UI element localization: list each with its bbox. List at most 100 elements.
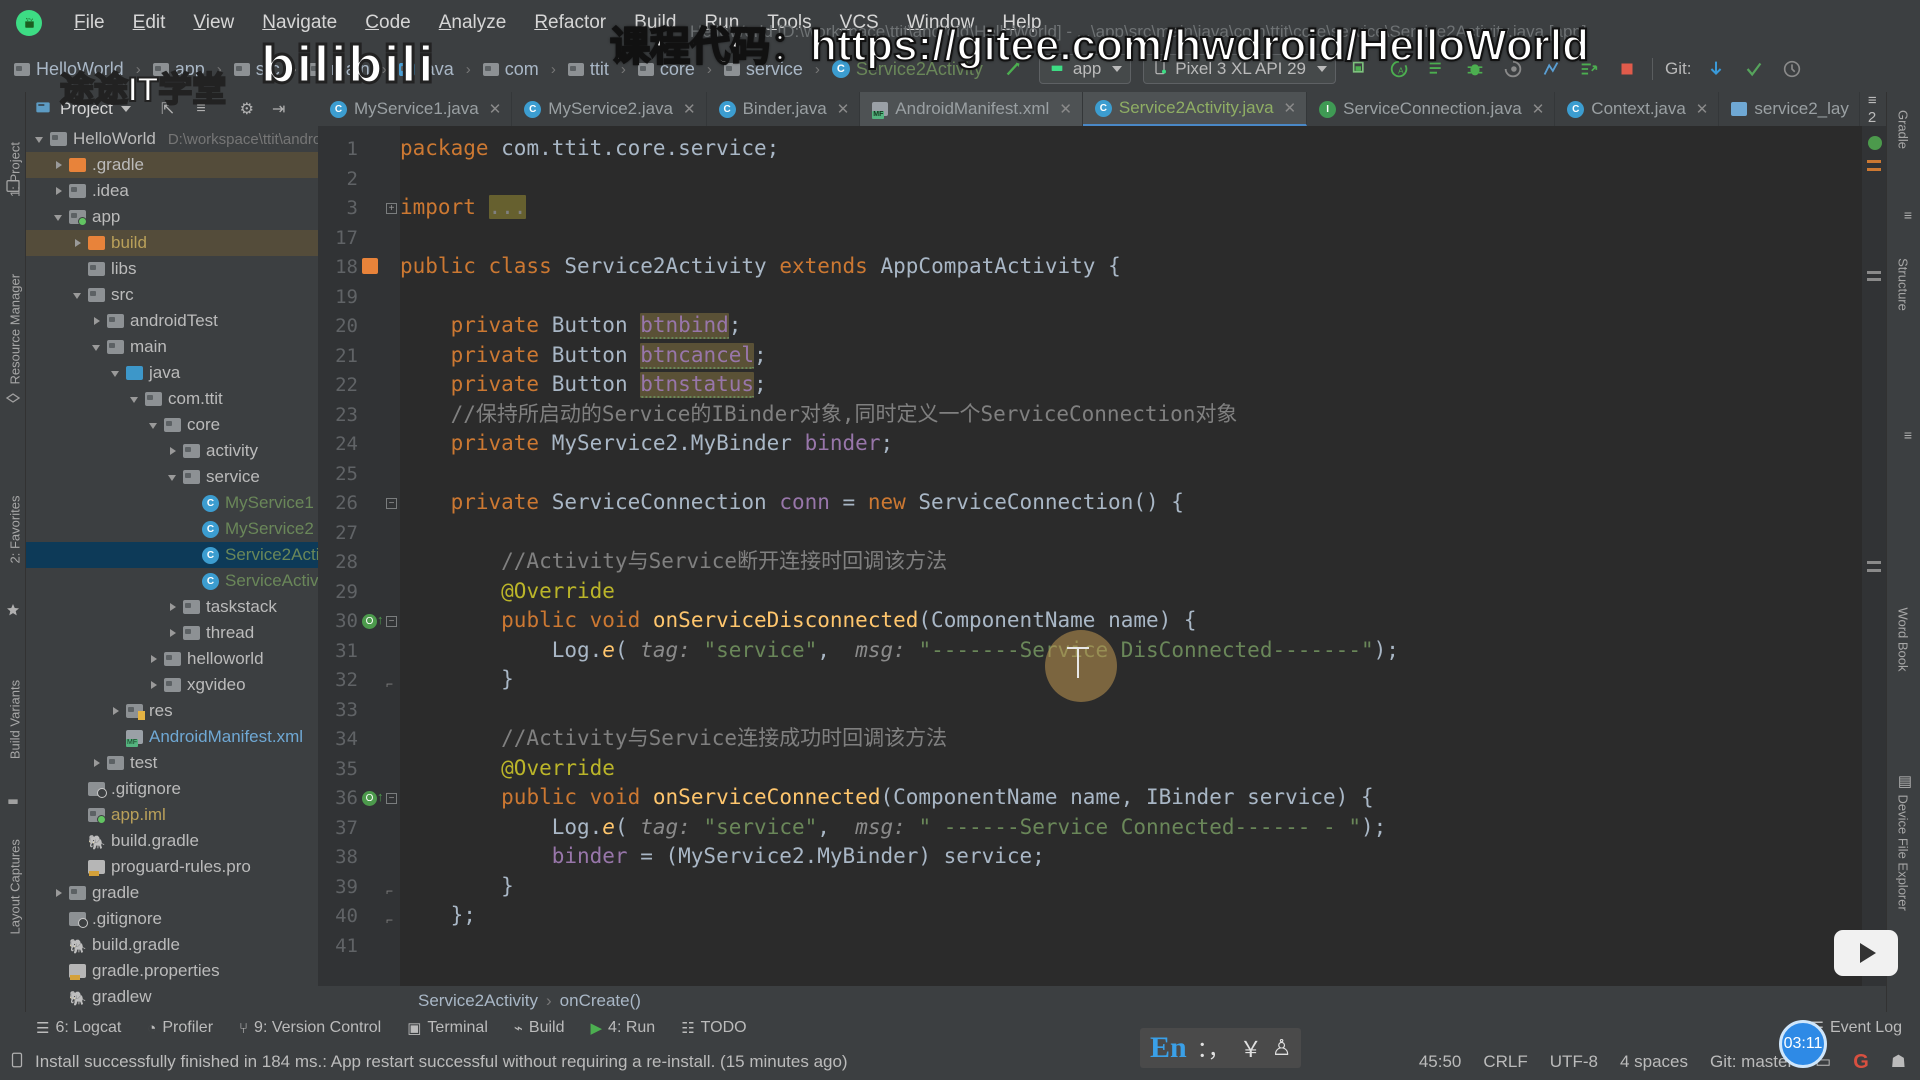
stop-icon[interactable] [1614,56,1640,82]
marker-warning[interactable] [1867,160,1881,163]
tool-window-terminal[interactable]: ▣ Terminal [407,1019,488,1037]
editor-marker-strip[interactable] [1862,126,1886,986]
code-line[interactable]: } [400,872,514,902]
code-line[interactable]: private ServiceConnection conn = new Ser… [400,488,1184,518]
tree-toggle-right-icon[interactable] [53,185,66,198]
menu-item-file[interactable]: File [60,8,119,38]
code-line[interactable]: } [400,665,514,695]
tool-window-9--version-control[interactable]: ⑂ 9: Version Control [239,1019,381,1037]
tree-node[interactable]: activity [26,438,318,464]
sidebar-item-device-file-explorer[interactable]: Device File Explorer [1896,795,1911,911]
code-line[interactable]: //Activity与Service断开连接时回调该方法 [400,547,947,577]
tree-node[interactable]: src [26,282,318,308]
sidebar-item-structure[interactable]: Structure [1896,240,1911,330]
fold-plus-icon[interactable]: + [386,203,397,214]
code-line[interactable]: @Override [400,754,615,784]
tree-toggle-down-icon[interactable] [148,419,161,432]
tree-node[interactable]: com.ttit [26,386,318,412]
editor-tab-serviceconnection-java[interactable]: I ServiceConnection.java ✕ [1307,92,1556,126]
tree-node[interactable]: helloworld [26,646,318,672]
fold-end-icon[interactable]: ⌐ [386,911,393,929]
tree-toggle-right-icon[interactable] [72,237,85,250]
code-editor[interactable]: 1 2 3 +17 18 19 20 21 22 23 24 25 26−27 28 29 30 O ↑ −31 32… [318,126,1886,986]
editor-code-area[interactable]: package com.ttit.core.service; import ...… [400,126,1886,986]
breadcrumb-method[interactable]: onCreate() [560,991,641,1011]
tree-toggle-right-icon[interactable] [148,679,161,692]
tree-toggle-down-icon[interactable] [110,367,123,380]
tree-node[interactable]: gradle.properties [26,958,318,984]
menu-item-view[interactable]: View [179,8,248,38]
menu-item-navigate[interactable]: Navigate [248,8,351,38]
ime-indicator[interactable]: En ：， ￥ ♙ [1140,1028,1302,1068]
close-tab-icon[interactable]: ✕ [1059,100,1072,118]
indent-setting[interactable]: 4 spaces [1620,1052,1688,1072]
menu-item-analyze[interactable]: Analyze [425,8,521,38]
fold-end-icon[interactable]: ⌐ [386,675,393,693]
close-tab-icon[interactable]: ✕ [1284,99,1297,117]
tree-node[interactable]: java [26,360,318,386]
settings-icon[interactable]: ⚙ [240,99,254,119]
git-branch[interactable]: Git: master [1710,1052,1793,1072]
user-icon[interactable]: ☗ [1891,1052,1906,1072]
ime-language[interactable]: En [1150,1031,1187,1065]
editor-tab-androidmanifest-xml[interactable]: AndroidManifest.xml ✕ [860,92,1083,126]
line-separator[interactable]: CRLF [1483,1052,1527,1072]
override-icon[interactable]: O ↑ [362,789,384,806]
tree-node[interactable]: .gitignore [26,906,318,932]
android-icon[interactable] [5,792,21,808]
tree-toggle-right-icon[interactable] [110,705,123,718]
code-line[interactable]: public void onServiceConnected(Component… [400,783,1373,813]
ime-punctuation[interactable]: ：， [1197,1032,1230,1064]
tree-node[interactable]: service [26,464,318,490]
tree-toggle-down-icon[interactable] [34,133,47,146]
fold-end-icon[interactable]: ⌐ [386,882,393,900]
close-tab-icon[interactable]: ✕ [1696,100,1709,118]
tree-node[interactable]: C ServiceActivity [26,568,318,594]
marker-info[interactable] [1867,561,1881,564]
tree-toggle-right-icon[interactable] [53,159,66,172]
editor-tab-bar[interactable]: C MyService1.java ✕ C MyService2.java ✕ C Binde… [318,92,1886,126]
breadcrumb-item-com[interactable]: com [482,59,539,80]
menu-item-refactor[interactable]: Refactor [520,8,620,38]
code-line[interactable]: private Button btnbind; [400,311,741,341]
code-line[interactable]: public class Service2Activity extends Ap… [400,252,1121,282]
tree-node[interactable]: libs [26,256,318,282]
tree-node[interactable]: app [26,204,318,230]
tree-node[interactable]: .gradle [26,152,318,178]
editor-tab-myservice2-java[interactable]: C MyService2.java ✕ [512,92,707,126]
tree-toggle-down-icon[interactable] [91,341,104,354]
sidebar-item-build-variants[interactable]: Build Variants [8,675,23,765]
tree-toggle-down-icon[interactable] [53,211,66,224]
tool-window-build[interactable]: ⌁ Build [514,1019,565,1037]
tree-node[interactable]: test [26,750,318,776]
editor-tab-myservice1-java[interactable]: C MyService1.java ✕ [318,92,513,126]
tree-node[interactable]: core [26,412,318,438]
sidebar-item-favorites[interactable]: 2: Favorites [8,485,23,575]
breadcrumb-item-ttit[interactable]: ttit [567,59,609,80]
tree-toggle-right-icon[interactable] [91,315,104,328]
editor-tab-service2-lay[interactable]: service2_lay [1719,92,1860,126]
marker-info[interactable] [1867,278,1881,281]
close-tab-icon[interactable]: ✕ [837,100,850,118]
ime-currency[interactable]: ￥ [1240,1032,1262,1064]
tree-node[interactable]: C MyService1 [26,490,318,516]
tree-toggle-down-icon[interactable] [129,393,142,406]
editor-gutter[interactable]: 1 2 3 +17 18 19 20 21 22 23 24 25 26−27 28 29 30 O ↑ −31 32… [318,126,400,986]
project-tree[interactable]: HelloWorld D:\workspace\ttit\android\H .gr… [26,126,318,1012]
ime-shape[interactable]: ♙ [1272,1035,1292,1061]
sidebar-item-word-book[interactable]: Word Book [1896,595,1911,685]
marker-info[interactable] [1867,569,1881,572]
tab-overflow-button[interactable]: ≡ 2 [1860,92,1886,126]
override-icon[interactable]: O ↑ [362,612,384,629]
code-line[interactable]: private MyService2.MyBinder binder; [400,429,894,459]
caret-position[interactable]: 45:50 [1419,1052,1462,1072]
tree-node[interactable]: main [26,334,318,360]
editor-tab-binder-java[interactable]: C Binder.java ✕ [707,92,861,126]
tree-toggle-right-icon[interactable] [91,757,104,770]
tree-toggle-right-icon[interactable] [167,445,180,458]
close-tab-icon[interactable]: ✕ [1532,100,1545,118]
sidebar-item-gradle[interactable]: Gradle [1896,85,1911,175]
tree-toggle-right-icon[interactable] [167,601,180,614]
code-line[interactable]: private Button btncancel; [400,341,767,371]
google-icon[interactable]: G [1853,1051,1869,1074]
